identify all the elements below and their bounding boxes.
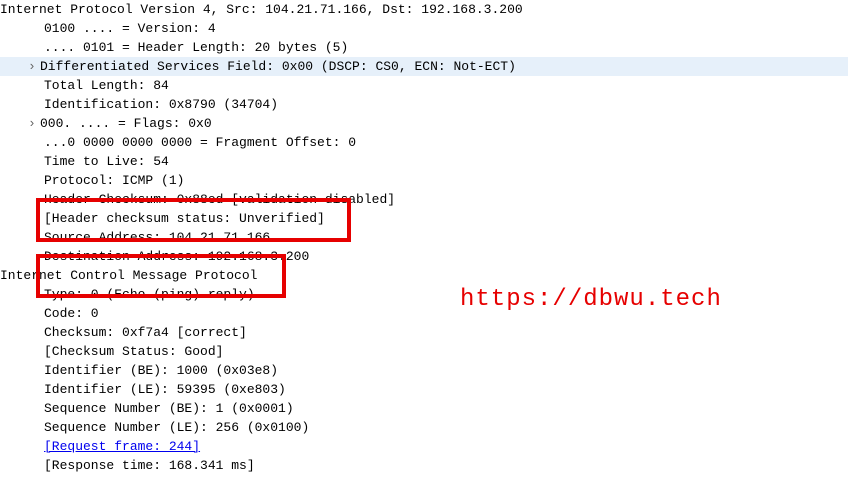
ipv4-fragment-offset[interactable]: ...0 0000 0000 0000 = Fragment Offset: 0: [0, 133, 848, 152]
icmp-identifier-le[interactable]: Identifier (LE): 59395 (0xe803): [0, 380, 848, 399]
ipv4-source-address[interactable]: Source Address: 104.21.71.166: [0, 228, 848, 247]
ipv4-section-header[interactable]: Internet Protocol Version 4, Src: 104.21…: [0, 0, 848, 19]
ipv4-header-length[interactable]: .... 0101 = Header Length: 20 bytes (5): [0, 38, 848, 57]
icmp-response-time[interactable]: [Response time: 168.341 ms]: [0, 456, 848, 475]
ipv4-total-length[interactable]: Total Length: 84: [0, 76, 848, 95]
icmp-sequence-le[interactable]: Sequence Number (LE): 256 (0x0100): [0, 418, 848, 437]
ipv4-dsfield[interactable]: Differentiated Services Field: 0x00 (DSC…: [0, 57, 848, 76]
icmp-identifier-be[interactable]: Identifier (BE): 1000 (0x03e8): [0, 361, 848, 380]
ipv4-version[interactable]: 0100 .... = Version: 4: [0, 19, 848, 38]
ipv4-protocol[interactable]: Protocol: ICMP (1): [0, 171, 848, 190]
ipv4-destination-address[interactable]: Destination Address: 192.168.3.200: [0, 247, 848, 266]
icmp-sequence-be[interactable]: Sequence Number (BE): 1 (0x0001): [0, 399, 848, 418]
ipv4-ttl[interactable]: Time to Live: 54: [0, 152, 848, 171]
packet-details-pane[interactable]: Internet Protocol Version 4, Src: 104.21…: [0, 0, 848, 475]
icmp-checksum[interactable]: Checksum: 0xf7a4 [correct]: [0, 323, 848, 342]
ipv4-checksum-status[interactable]: [Header checksum status: Unverified]: [0, 209, 848, 228]
ipv4-flags-text: 000. .... = Flags: 0x0: [40, 116, 212, 131]
expand-toggle-icon[interactable]: [28, 114, 40, 133]
ipv4-header-text: Internet Protocol Version 4, Src: 104.21…: [0, 2, 523, 17]
watermark-text: https://dbwu.tech: [460, 290, 722, 309]
ipv4-dsfield-text: Differentiated Services Field: 0x00 (DSC…: [40, 59, 516, 74]
icmp-checksum-status[interactable]: [Checksum Status: Good]: [0, 342, 848, 361]
icmp-section-header[interactable]: Internet Control Message Protocol: [0, 266, 848, 285]
request-frame-link[interactable]: [Request frame: 244]: [44, 439, 200, 454]
ipv4-flags[interactable]: 000. .... = Flags: 0x0: [0, 114, 848, 133]
ipv4-checksum[interactable]: Header Checksum: 0x88ed [validation disa…: [0, 190, 848, 209]
expand-toggle-icon[interactable]: [28, 57, 40, 76]
icmp-header-text: Internet Control Message Protocol: [0, 268, 257, 283]
icmp-request-frame[interactable]: [Request frame: 244]: [0, 437, 848, 456]
ipv4-identification[interactable]: Identification: 0x8790 (34704): [0, 95, 848, 114]
